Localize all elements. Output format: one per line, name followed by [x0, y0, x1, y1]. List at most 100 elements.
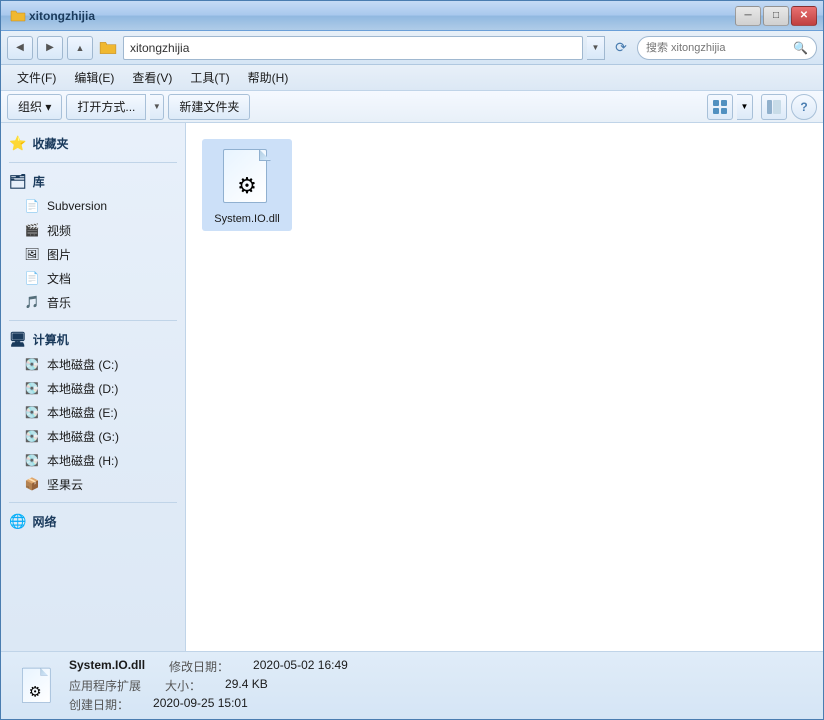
menu-tools[interactable]: 工具(T) — [182, 66, 237, 89]
sidebar-library-header[interactable]: 🗂 库 — [1, 169, 185, 194]
favorites-label: 收藏夹 — [32, 135, 68, 152]
status-size-value: 29.4 KB — [225, 677, 268, 694]
status-row-2: 应用程序扩展 大小： 29.4 KB — [69, 677, 348, 694]
close-button[interactable]: ✕ — [791, 6, 817, 26]
sidebar-drive-e-label: 本地磁盘 (E:) — [47, 404, 118, 421]
sidebar-item-drive-c[interactable]: 💽 本地磁盘 (C:) — [1, 352, 185, 376]
address-text: xitongzhijia — [130, 41, 189, 55]
menu-view[interactable]: 查看(V) — [124, 66, 180, 89]
status-file-icon: ⚙ — [13, 664, 57, 708]
sidebar-item-documents[interactable]: 📄 文档 — [1, 266, 185, 290]
sidebar-network-header[interactable]: 🌐 网络 — [1, 509, 185, 534]
status-filename: System.IO.dll — [69, 658, 145, 675]
status-modified-label: 修改日期： — [169, 658, 229, 675]
menu-edit[interactable]: 编辑(E) — [66, 66, 122, 89]
status-modified-value: 2020-05-02 16:49 — [253, 658, 348, 675]
computer-label: 计算机 — [33, 331, 69, 348]
network-icon: 🌐 — [9, 513, 26, 530]
sidebar-item-video-label: 视频 — [47, 222, 71, 239]
status-row-3: 创建日期： 2020-09-25 15:01 — [69, 696, 348, 713]
music-icon: 🎵 — [23, 293, 41, 311]
sidebar-item-drive-e[interactable]: 💽 本地磁盘 (E:) — [1, 400, 185, 424]
new-folder-label: 新建文件夹 — [179, 98, 239, 115]
library-label: 库 — [33, 173, 45, 190]
status-dll-icon: ⚙ — [21, 666, 50, 705]
favorites-star-icon: ⭐ — [9, 135, 26, 152]
address-dropdown-button[interactable]: ▼ — [587, 36, 605, 60]
documents-icon: 📄 — [23, 269, 41, 287]
minimize-button[interactable]: ─ — [735, 6, 761, 26]
sidebar-drive-h-label: 本地磁盘 (H:) — [47, 452, 118, 469]
sidebar-drive-g-label: 本地磁盘 (G:) — [47, 428, 119, 445]
open-with-dropdown[interactable]: ▼ — [150, 94, 164, 120]
view-mode-button[interactable] — [707, 94, 733, 120]
help-button[interactable]: ? — [791, 94, 817, 120]
pictures-icon: 🖼 — [23, 245, 41, 263]
subversion-icon: 📄 — [23, 197, 41, 215]
organize-label: 组织 ▾ — [18, 98, 51, 115]
sidebar-item-drive-g[interactable]: 💽 本地磁盘 (G:) — [1, 424, 185, 448]
toolbar: 组织 ▾ 打开方式... ▼ 新建文件夹 ▼ ? — [1, 91, 823, 123]
maximize-button[interactable]: □ — [763, 6, 789, 26]
network-label: 网络 — [32, 513, 56, 530]
sidebar-item-jianguoyun[interactable]: 📦 坚果云 — [1, 472, 185, 496]
pane-toggle-button[interactable] — [761, 94, 787, 120]
sidebar-item-drive-h[interactable]: 💽 本地磁盘 (H:) — [1, 448, 185, 472]
library-icon: 🗂 — [9, 173, 27, 190]
sidebar-item-drive-d[interactable]: 💽 本地磁盘 (D:) — [1, 376, 185, 400]
organize-button[interactable]: 组织 ▾ — [7, 94, 62, 120]
sidebar-item-documents-label: 文档 — [47, 270, 71, 287]
file-area[interactable]: ⚙ System.IO.dll — [186, 123, 823, 651]
view-icon — [713, 100, 727, 114]
drive-c-icon: 💽 — [23, 355, 41, 373]
sidebar: ⭐ 收藏夹 🗂 库 📄 Subversion 🎬 视频 🖼 图片 — [1, 123, 186, 651]
help-label: ? — [800, 100, 807, 114]
content-area: ⭐ 收藏夹 🗂 库 📄 Subversion 🎬 视频 🖼 图片 — [1, 123, 823, 651]
sidebar-item-music[interactable]: 🎵 音乐 — [1, 290, 185, 314]
pane-icon — [767, 100, 781, 114]
sidebar-divider-1 — [9, 162, 177, 163]
status-bar: ⚙ System.IO.dll 修改日期： 2020-05-02 16:49 应… — [1, 651, 823, 719]
computer-icon: 🖥 — [9, 331, 27, 348]
forward-button[interactable]: ▶ — [37, 36, 63, 60]
status-created-value: 2020-09-25 15:01 — [153, 696, 248, 713]
sidebar-item-pictures[interactable]: 🖼 图片 — [1, 242, 185, 266]
search-icon[interactable]: 🔍 — [793, 41, 808, 55]
sidebar-item-subversion-label: Subversion — [47, 199, 107, 213]
title-bar: xitongzhijia ─ □ ✕ — [1, 1, 823, 31]
title-bar-text: xitongzhijia — [29, 9, 735, 23]
view-mode-dropdown[interactable]: ▼ — [737, 94, 753, 120]
sidebar-computer-header[interactable]: 🖥 计算机 — [1, 327, 185, 352]
back-button[interactable]: ◀ — [7, 36, 33, 60]
address-folder-icon — [97, 37, 119, 59]
dll-file-icon: ⚙ — [221, 147, 273, 207]
refresh-button[interactable]: ⟳ — [609, 36, 633, 60]
new-folder-button[interactable]: 新建文件夹 — [168, 94, 250, 120]
sidebar-drive-c-label: 本地磁盘 (C:) — [47, 356, 118, 373]
menu-file[interactable]: 文件(F) — [9, 66, 64, 89]
address-bar-row: ◀ ▶ ▲ xitongzhijia ▼ ⟳ 🔍 — [1, 31, 823, 65]
sidebar-jianguoyun-label: 坚果云 — [47, 476, 83, 493]
title-bar-folder-icon — [7, 5, 29, 27]
sidebar-favorites-header[interactable]: ⭐ 收藏夹 — [1, 131, 185, 156]
address-field[interactable]: xitongzhijia — [123, 36, 583, 60]
menu-help[interactable]: 帮助(H) — [240, 66, 297, 89]
title-bar-controls: ─ □ ✕ — [735, 6, 817, 26]
drive-h-icon: 💽 — [23, 451, 41, 469]
sidebar-item-subversion[interactable]: 📄 Subversion — [1, 194, 185, 218]
search-box[interactable]: 🔍 — [637, 36, 817, 60]
up-button[interactable]: ▲ — [67, 36, 93, 60]
status-created-label: 创建日期： — [69, 696, 129, 713]
file-icon-container: ⚙ — [215, 145, 279, 209]
file-label: System.IO.dll — [214, 213, 279, 225]
sidebar-item-video[interactable]: 🎬 视频 — [1, 218, 185, 242]
file-item-system-io-dll[interactable]: ⚙ System.IO.dll — [202, 139, 292, 231]
main-window: xitongzhijia ─ □ ✕ ◀ ▶ ▲ xitongzhijia ▼ … — [0, 0, 824, 720]
sidebar-divider-3 — [9, 502, 177, 503]
status-type-label: 应用程序扩展 — [69, 677, 141, 694]
sidebar-drive-d-label: 本地磁盘 (D:) — [47, 380, 118, 397]
video-icon: 🎬 — [23, 221, 41, 239]
open-with-button[interactable]: 打开方式... — [66, 94, 146, 120]
search-input[interactable] — [646, 42, 789, 54]
status-info: System.IO.dll 修改日期： 2020-05-02 16:49 应用程… — [69, 658, 348, 713]
